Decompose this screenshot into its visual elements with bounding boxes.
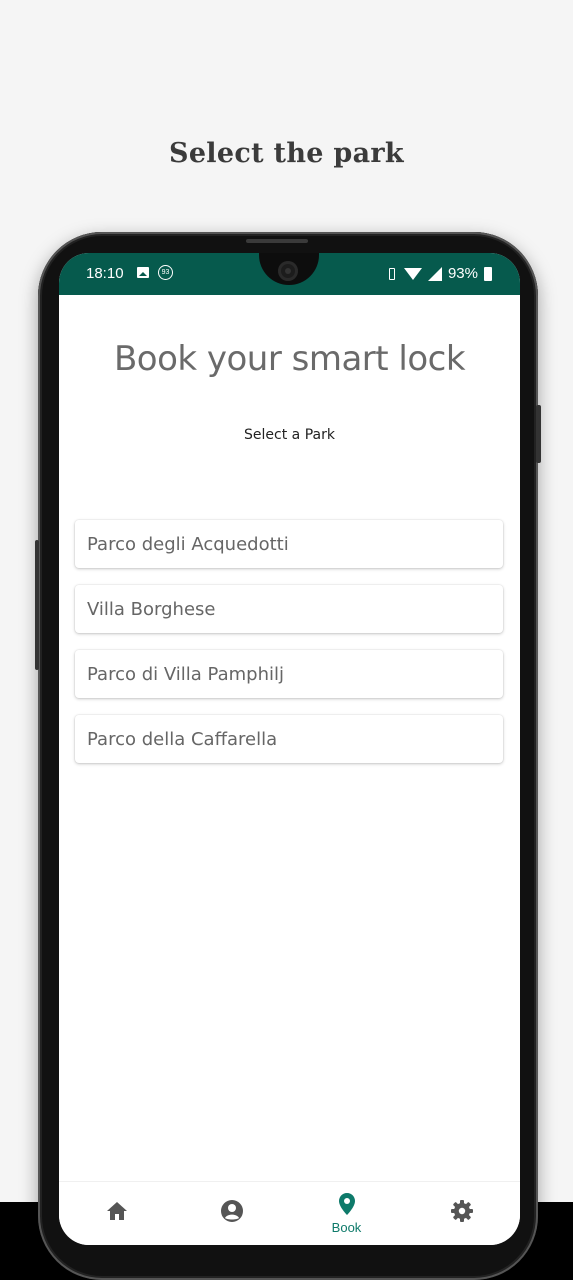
- phone-side-button: [536, 405, 541, 463]
- gear-icon: [451, 1200, 473, 1222]
- park-item-caffarella[interactable]: Parco della Caffarella: [75, 715, 503, 763]
- select-park-label: Select a Park: [244, 427, 335, 443]
- signal-icon: [427, 266, 442, 281]
- nav-home[interactable]: [59, 1182, 174, 1245]
- battery-percent: 93%: [447, 265, 478, 282]
- home-icon: [107, 1202, 127, 1220]
- front-camera: [278, 261, 298, 281]
- phone-speaker: [246, 239, 308, 243]
- nav-book[interactable]: Book: [289, 1182, 404, 1245]
- park-item-acquedotti[interactable]: Parco degli Acquedotti: [75, 520, 503, 568]
- battery-icon: [484, 266, 492, 281]
- wifi-icon: [403, 267, 422, 280]
- page-heading: Select the park: [169, 138, 404, 169]
- park-list: Parco degli Acquedotti Villa Borghese Pa…: [75, 520, 503, 780]
- nav-account[interactable]: [174, 1182, 289, 1245]
- park-item-villa-borghese[interactable]: Villa Borghese: [75, 585, 503, 633]
- nav-settings[interactable]: [404, 1182, 519, 1245]
- status-bar: 18:10 93 93%: [59, 253, 520, 295]
- account-icon: [221, 1200, 243, 1222]
- nav-book-label: Book: [331, 1220, 362, 1235]
- app-title: Book your smart lock: [113, 339, 466, 379]
- phone-side-button: [35, 540, 39, 670]
- vibrate-icon: [386, 267, 398, 281]
- status-time: 18:10: [86, 265, 124, 282]
- image-notification-icon: [137, 267, 149, 278]
- location-pin-icon: [339, 1193, 355, 1215]
- status-indicators: 93%: [386, 265, 492, 282]
- park-item-villa-pamphilj[interactable]: Parco di Villa Pamphilj: [75, 650, 503, 698]
- phone-screen: 18:10 93 93% Book your smart lock Select…: [59, 253, 520, 1245]
- notification-badge: 93: [158, 265, 173, 280]
- bottom-navigation: Book: [59, 1181, 520, 1245]
